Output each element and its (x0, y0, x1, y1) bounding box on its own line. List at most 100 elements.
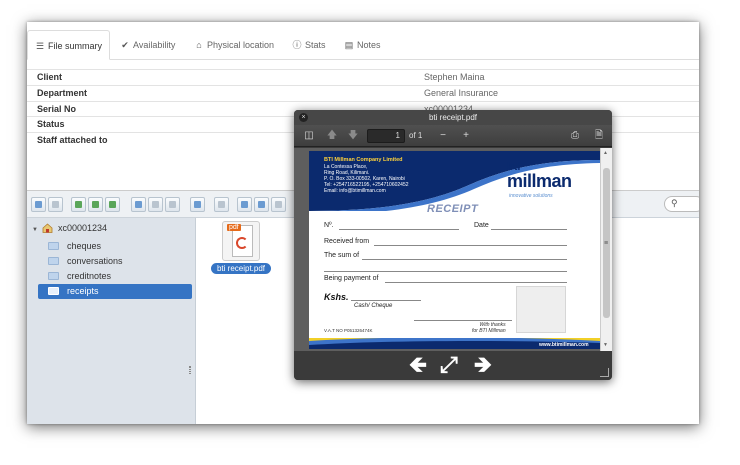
pdf-badge: pdf (227, 224, 241, 231)
received-from-label: Received from (324, 238, 370, 245)
previous-arrow-icon[interactable]: 🡸 (409, 353, 427, 377)
cursor-icon (169, 201, 176, 208)
folder-creditnotes[interactable]: creditnotes (38, 269, 192, 284)
line (362, 259, 567, 260)
view-button[interactable] (214, 197, 229, 212)
stamp-box (516, 286, 566, 333)
line (339, 229, 459, 230)
line (324, 271, 567, 272)
tree-root[interactable]: ▼ xc00001234 (32, 223, 107, 233)
back-button[interactable] (31, 197, 46, 212)
forward-arrow-icon (52, 201, 59, 208)
folder-icon (48, 257, 59, 265)
scroll-up-icon[interactable]: ▲ (603, 150, 608, 156)
file-name[interactable]: bti receipt.pdf (210, 263, 272, 274)
search-input[interactable]: ⚲ (664, 196, 699, 212)
zoom-out-button[interactable]: − (436, 129, 450, 143)
up-folder-button[interactable] (71, 197, 86, 212)
line (385, 282, 567, 283)
folder-receipts[interactable]: receipts (38, 284, 192, 299)
file-item[interactable]: pdf bti receipt.pdf (200, 221, 282, 274)
download-icon (152, 201, 159, 208)
notes-icon: ▤ (344, 40, 354, 50)
upload-icon (92, 201, 99, 208)
thanks-line: for BTI Millman (472, 328, 506, 334)
receipt-date-label: Date (474, 222, 489, 229)
next-arrow-icon[interactable]: 🡺 (474, 353, 492, 377)
page-number-input[interactable]: 1 (367, 129, 405, 143)
sidebar-resize-handle[interactable] (189, 366, 191, 374)
forward-button[interactable] (48, 197, 63, 212)
logo-millman: millman (507, 171, 572, 191)
thanks-note: With thanks for BTI Millman (472, 322, 506, 334)
pdf-file-icon: pdf (222, 221, 260, 261)
receipt-company-name: BTI Millman Company Limited (324, 157, 403, 163)
scroll-down-icon[interactable]: ▼ (603, 342, 608, 348)
save-icon (109, 201, 116, 208)
select-button[interactable] (165, 197, 180, 212)
receipt-title: RECEIPT (427, 203, 479, 215)
copy-icon (241, 201, 248, 208)
folder-cheques[interactable]: cheques (38, 239, 192, 254)
folder-icon (48, 272, 59, 280)
tab-file-summary[interactable]: ☰ File summary (27, 30, 111, 60)
fullscreen-icon[interactable]: ⤢ (440, 353, 458, 377)
viewer-scrollbar[interactable]: ▲ ≡ ▼ (600, 148, 612, 351)
back-arrow-icon (35, 201, 42, 208)
print-icon[interactable]: ⎙ (568, 129, 582, 143)
home-folder-icon (43, 223, 53, 233)
tab-availability[interactable]: ✔ Availability (120, 30, 175, 60)
tab-notes[interactable]: ▤ Notes (344, 30, 381, 60)
tab-physical-location[interactable]: ⌂ Physical location (194, 30, 274, 60)
cash-cheque-label: Cash/ Cheque (354, 303, 393, 309)
paste-icon (275, 201, 282, 208)
info-button[interactable] (190, 197, 205, 212)
tab-bar: ☰ File summary ✔ Availability ⌂ Physical lo… (27, 30, 699, 60)
next-page-icon[interactable]: 🡇 (346, 129, 360, 143)
receipt-email: Email: info@btimillman.com (324, 188, 386, 194)
acrobat-logo-icon (236, 237, 248, 249)
download-button[interactable] (148, 197, 163, 212)
resize-handle-icon[interactable] (600, 368, 609, 377)
line (351, 300, 421, 301)
viewer-toolbar: ◫ 🡅 🡇 1 of 1 − + ⎙ 🗎 (294, 125, 612, 147)
payment-of-label: Being payment of (324, 275, 379, 282)
logo-tagline: innovative solutions (509, 193, 553, 199)
page-count: of 1 (409, 131, 423, 140)
folder-icon (48, 242, 59, 250)
download-icon[interactable]: 🗎 (592, 129, 606, 143)
sidebar-toggle-icon[interactable]: ◫ (302, 129, 316, 143)
copy-button[interactable] (237, 197, 252, 212)
paste-button[interactable] (271, 197, 286, 212)
line (374, 245, 567, 246)
viewer-nav-bar: 🡸 ⤢ 🡺 (294, 351, 612, 380)
vat-number: V.A.T NO P051326474K (324, 328, 373, 333)
kshs-label: Kshs. (324, 292, 349, 302)
sum-of-label: The sum of (324, 252, 360, 259)
eye-icon (218, 201, 225, 208)
viewer-title: bti receipt.pdf (428, 113, 478, 122)
upload-button[interactable] (88, 197, 103, 212)
scroll-grip-icon: ≡ (604, 240, 609, 247)
line (491, 229, 567, 230)
list-icon: ☰ (35, 41, 45, 51)
receipt-page: BTI Millman Company Limited La Contessa … (309, 151, 600, 349)
info-icon (194, 201, 201, 208)
summary-row-department: Department General Insurance (27, 84, 699, 101)
tab-stats[interactable]: ⓘ Stats (292, 30, 325, 60)
close-icon[interactable]: × (299, 113, 308, 122)
check-icon: ✔ (121, 40, 129, 50)
receipt-number-label: Nº. (324, 222, 334, 229)
line (414, 320, 512, 321)
folder-conversations[interactable]: conversations (38, 254, 192, 269)
zoom-in-button[interactable]: + (459, 129, 473, 143)
folder-tree: ▼ xc00001234 cheques conversations credi… (27, 218, 196, 424)
save-button[interactable] (105, 197, 120, 212)
expand-arrow-icon[interactable]: ▼ (32, 227, 38, 233)
cut-button[interactable] (254, 197, 269, 212)
previous-page-icon[interactable]: 🡅 (325, 129, 339, 143)
viewer-title-bar[interactable]: × bti receipt.pdf (294, 110, 612, 125)
receipt-website: www.btimillman.com (539, 342, 589, 348)
home-icon: ⌂ (196, 40, 202, 50)
open-button[interactable] (131, 197, 146, 212)
